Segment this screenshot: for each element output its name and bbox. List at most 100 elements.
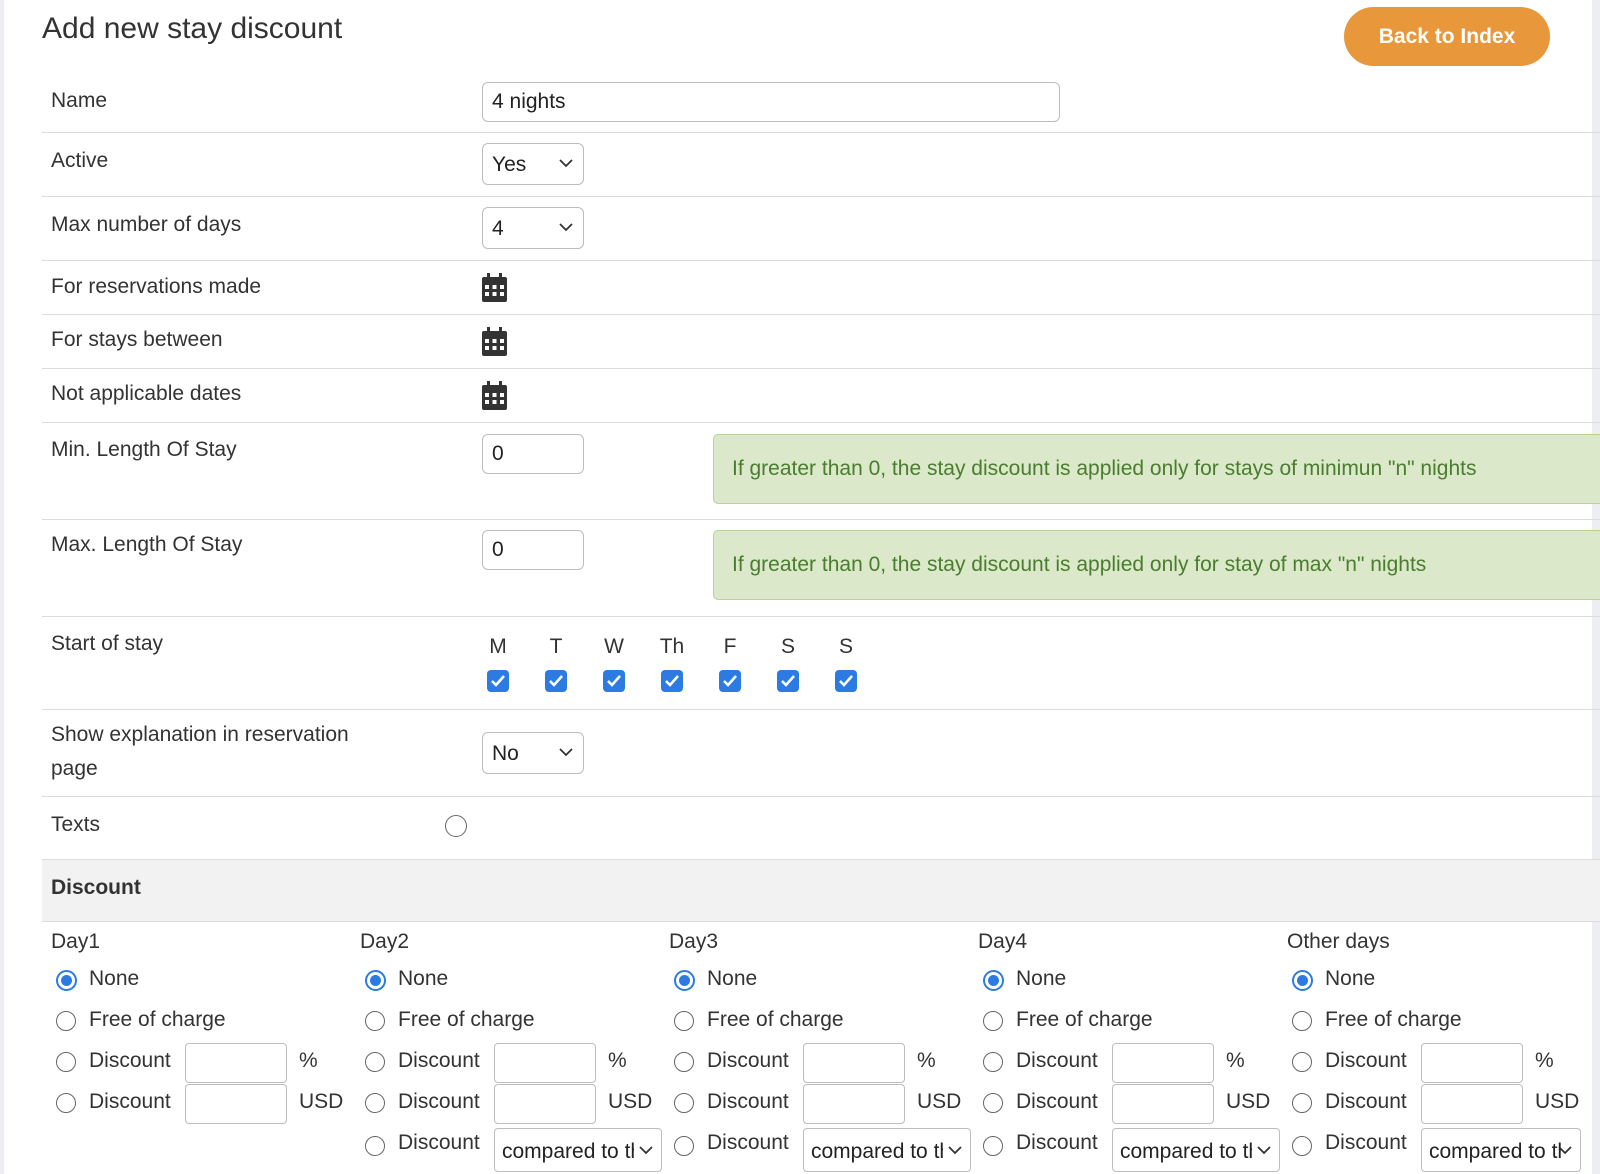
radio-none[interactable] [56, 970, 77, 991]
option-discount-label: Discount [707, 1131, 789, 1154]
option-free-label: Free of charge [398, 1008, 535, 1031]
min-stay-hint: If greater than 0, the stay discount is … [713, 434, 1600, 504]
radio-discount-amount[interactable] [365, 1093, 385, 1113]
check-icon [839, 675, 853, 687]
back-to-index-button[interactable]: Back to Index [1344, 7, 1550, 66]
radio-discount-amount[interactable] [1292, 1093, 1312, 1113]
discount-amount-input[interactable] [1112, 1084, 1214, 1124]
chevron-down-icon [1257, 1146, 1271, 1155]
radio-discount-percent[interactable] [56, 1052, 76, 1072]
checkbox-friday[interactable] [719, 670, 741, 692]
compared-to-value: compared to the [502, 1140, 634, 1163]
radio-discount-compared[interactable] [1292, 1136, 1312, 1156]
check-icon [549, 675, 563, 687]
radio-discount-percent[interactable] [983, 1052, 1003, 1072]
checkbox-sunday[interactable] [835, 670, 857, 692]
weekday-label-tuesday: T [549, 635, 563, 658]
name-label: Name [51, 89, 108, 112]
min-stay-input[interactable] [482, 434, 584, 474]
calendar-icon[interactable] [482, 327, 507, 356]
reservations-made-label: For reservations made [51, 275, 262, 298]
name-input[interactable] [482, 82, 1060, 122]
radio-discount-percent[interactable] [674, 1052, 694, 1072]
option-discount-label: Discount [1016, 1131, 1098, 1154]
stays-between-label: For stays between [51, 328, 223, 351]
radio-none[interactable] [674, 970, 695, 991]
option-discount-label: Discount [1016, 1090, 1098, 1113]
radio-free-of-charge[interactable] [674, 1011, 694, 1031]
checkbox-saturday[interactable] [777, 670, 799, 692]
show-explanation-select[interactable]: No [482, 732, 584, 774]
show-explanation-select-value: No [492, 742, 519, 765]
name-row: Name [42, 70, 1600, 133]
radio-discount-amount[interactable] [56, 1093, 76, 1113]
check-icon [665, 675, 679, 687]
weekday-label-friday: F [723, 635, 737, 658]
option-free-label: Free of charge [707, 1008, 844, 1031]
radio-discount-percent[interactable] [365, 1052, 385, 1072]
radio-discount-percent[interactable] [1292, 1052, 1312, 1072]
discount-percent-input[interactable] [494, 1043, 596, 1083]
radio-none[interactable] [1292, 970, 1313, 991]
checkbox-wednesday[interactable] [603, 670, 625, 692]
discount-percent-input[interactable] [1421, 1043, 1523, 1083]
radio-free-of-charge[interactable] [983, 1011, 1003, 1031]
radio-discount-amount[interactable] [674, 1093, 694, 1113]
check-icon [491, 675, 505, 687]
compared-to-select[interactable]: compared to the [1112, 1128, 1280, 1172]
chevron-down-icon [639, 1146, 653, 1155]
chevron-down-icon [559, 159, 573, 168]
option-none-label: None [398, 967, 449, 990]
calendar-icon[interactable] [482, 273, 507, 302]
show-explanation-label-line2: page [51, 757, 98, 780]
chevron-down-icon [948, 1146, 962, 1155]
chevron-down-icon [559, 223, 573, 232]
radio-free-of-charge[interactable] [1292, 1011, 1312, 1031]
discount-amount-input[interactable] [1421, 1084, 1523, 1124]
start-of-stay-row: Start of stay M T W Th F S S [42, 617, 1600, 710]
column-title: Day2 [360, 930, 410, 953]
active-select[interactable]: Yes [482, 143, 584, 185]
option-discount-label: Discount [1325, 1131, 1407, 1154]
option-discount-label: Discount [707, 1049, 789, 1072]
radio-free-of-charge[interactable] [365, 1011, 385, 1031]
discount-percent-input[interactable] [185, 1043, 287, 1083]
discount-percent-input[interactable] [1112, 1043, 1214, 1083]
texts-row: Texts [42, 797, 1600, 858]
min-stay-label: Min. Length Of Stay [51, 438, 237, 461]
calendar-icon[interactable] [482, 381, 507, 410]
check-icon [781, 675, 795, 687]
option-none-label: None [707, 967, 758, 990]
check-icon [723, 675, 737, 687]
radio-discount-compared[interactable] [674, 1136, 694, 1156]
radio-discount-amount[interactable] [983, 1093, 1003, 1113]
discount-column-day1: Day1 None Free of charge Discount % Disc… [42, 920, 351, 1174]
compared-to-select[interactable]: compared to the [494, 1128, 662, 1172]
radio-discount-compared[interactable] [983, 1136, 1003, 1156]
discount-column-day2: Day2 None Free of charge Discount % Disc… [351, 920, 662, 1174]
weekday-label-wednesday: W [604, 635, 624, 658]
checkbox-monday[interactable] [487, 670, 509, 692]
compared-to-select[interactable]: compared to the [803, 1128, 971, 1172]
discount-amount-input[interactable] [185, 1084, 287, 1124]
check-icon [607, 675, 621, 687]
discount-column-day3: Day3 None Free of charge Discount % Disc… [660, 920, 971, 1174]
max-days-label: Max number of days [51, 213, 242, 236]
radio-none[interactable] [983, 970, 1004, 991]
max-stay-input[interactable] [482, 530, 584, 570]
radio-free-of-charge[interactable] [56, 1011, 76, 1031]
compared-to-select[interactable]: compared to the [1421, 1128, 1581, 1172]
option-discount-label: Discount [89, 1049, 171, 1072]
radio-none[interactable] [365, 970, 386, 991]
discount-amount-input[interactable] [803, 1084, 905, 1124]
discount-percent-input[interactable] [803, 1043, 905, 1083]
texts-toggle-radio[interactable] [445, 815, 467, 837]
discount-amount-input[interactable] [494, 1084, 596, 1124]
checkbox-tuesday[interactable] [545, 670, 567, 692]
checkbox-thursday[interactable] [661, 670, 683, 692]
column-title: Day3 [669, 930, 719, 953]
radio-discount-compared[interactable] [365, 1136, 385, 1156]
reservations-made-row: For reservations made [42, 261, 1600, 315]
max-days-select[interactable]: 4 [482, 207, 584, 249]
column-title: Day1 [51, 930, 101, 953]
